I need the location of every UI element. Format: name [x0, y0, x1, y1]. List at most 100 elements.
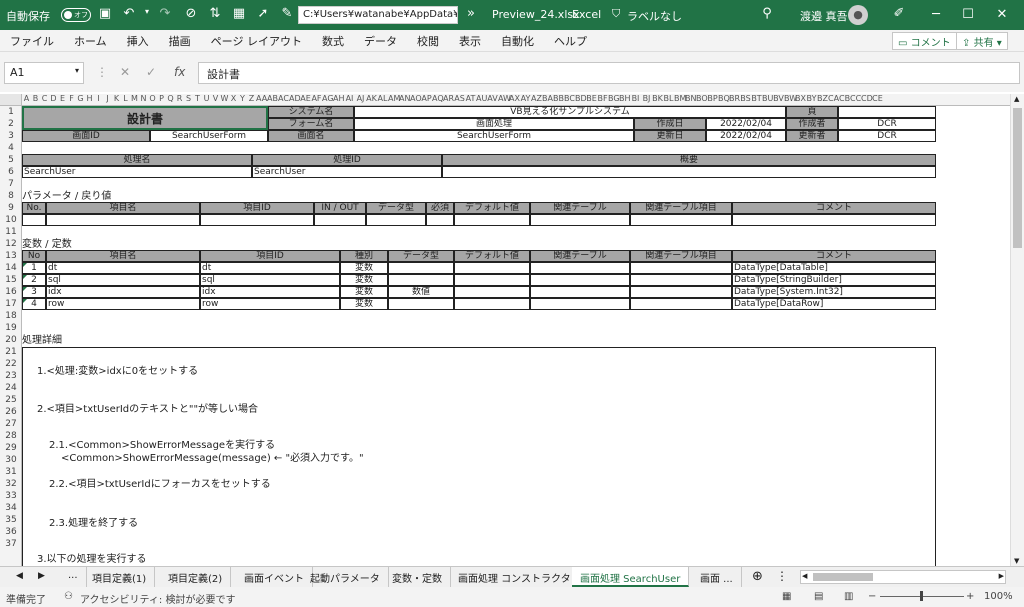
- vars-data-cell[interactable]: [530, 274, 630, 286]
- vars-data-cell[interactable]: [530, 262, 630, 274]
- share-button[interactable]: ⇪ 共有 ▾: [956, 32, 1008, 50]
- process-id-value[interactable]: SearchUser: [252, 166, 442, 178]
- row-header[interactable]: 12: [0, 238, 21, 250]
- column-header[interactable]: AO: [410, 94, 422, 103]
- ribbon-tab[interactable]: データ: [354, 33, 407, 49]
- undo-icon[interactable]: ↶: [120, 6, 138, 21]
- ribbon-tab[interactable]: ヘルプ: [544, 33, 597, 49]
- screen-name-value[interactable]: SearchUserForm: [354, 130, 634, 142]
- zoom-slider-thumb[interactable]: [920, 591, 923, 601]
- scroll-up-icon[interactable]: ▲: [1014, 95, 1019, 103]
- process-id-label[interactable]: 処理ID: [252, 154, 442, 166]
- column-header[interactable]: A: [22, 94, 31, 103]
- vars-data-cell[interactable]: [454, 286, 530, 298]
- vars-header-cell[interactable]: 関連テーブル項目: [630, 250, 732, 262]
- params-data-cell[interactable]: [314, 214, 366, 226]
- params-data-cell[interactable]: [22, 214, 46, 226]
- screen-name-label[interactable]: 画面名: [268, 130, 354, 142]
- column-header[interactable]: AH: [333, 94, 345, 103]
- row-header[interactable]: 20: [0, 334, 21, 346]
- detail-section-title[interactable]: 処理詳細: [22, 335, 62, 347]
- vars-data-cell[interactable]: dt: [200, 262, 340, 274]
- vars-data-cell[interactable]: idx: [200, 286, 340, 298]
- vars-data-cell[interactable]: 変数: [340, 274, 388, 286]
- ribbon-tab[interactable]: 数式: [312, 33, 354, 49]
- vars-data-cell[interactable]: [530, 298, 630, 310]
- column-header[interactable]: L: [121, 94, 130, 103]
- row-header[interactable]: 2: [0, 118, 21, 130]
- tab-options-icon[interactable]: ⋮: [776, 569, 788, 583]
- column-header[interactable]: AM: [388, 94, 400, 103]
- params-data-cell[interactable]: [200, 214, 314, 226]
- prev-sheet-icon[interactable]: ◀: [16, 571, 23, 581]
- vertical-scroll-thumb[interactable]: [1013, 108, 1022, 248]
- column-header[interactable]: BM: [674, 94, 686, 103]
- vars-header-cell[interactable]: デフォルト値: [454, 250, 530, 262]
- column-header[interactable]: CE: [872, 94, 883, 103]
- row-header[interactable]: 23: [0, 370, 21, 382]
- vars-header-cell[interactable]: 種別: [340, 250, 388, 262]
- column-header[interactable]: AK: [366, 94, 377, 103]
- system-name-value[interactable]: VB見える化サンプルシステム: [354, 106, 786, 118]
- column-header[interactable]: BQ: [718, 94, 730, 103]
- avatar[interactable]: ●: [848, 5, 868, 25]
- row-header[interactable]: 14: [0, 262, 21, 274]
- row-header[interactable]: 37: [0, 538, 21, 550]
- ribbon-tab[interactable]: 表示: [449, 33, 491, 49]
- scroll-left-icon[interactable]: ◀: [802, 572, 807, 580]
- close-icon[interactable]: ✕: [980, 0, 1024, 30]
- params-data-cell[interactable]: [530, 214, 630, 226]
- vars-data-cell[interactable]: sql: [46, 274, 200, 286]
- row-header[interactable]: 13: [0, 250, 21, 262]
- column-header[interactable]: AF: [311, 94, 322, 103]
- column-header[interactable]: BC: [564, 94, 575, 103]
- column-header[interactable]: AE: [300, 94, 311, 103]
- row-header[interactable]: 22: [0, 358, 21, 370]
- column-header[interactable]: AT: [465, 94, 476, 103]
- row-header[interactable]: 33: [0, 490, 21, 502]
- row-header[interactable]: 6: [0, 166, 21, 178]
- sheet-tab[interactable]: 変数・定数: [384, 567, 451, 587]
- column-header[interactable]: C: [40, 94, 49, 103]
- vars-header-cell[interactable]: コメント: [732, 250, 936, 262]
- column-header[interactable]: AW: [498, 94, 511, 103]
- vars-header-cell[interactable]: データ型: [388, 250, 454, 262]
- column-header[interactable]: AQ: [432, 94, 444, 103]
- vars-data-cell[interactable]: dt: [46, 262, 200, 274]
- column-header[interactable]: AI: [344, 94, 355, 103]
- page-value[interactable]: [838, 106, 936, 118]
- row-header[interactable]: 24: [0, 382, 21, 394]
- column-header[interactable]: BK: [652, 94, 663, 103]
- row-header[interactable]: 19: [0, 322, 21, 334]
- column-header[interactable]: AR: [443, 94, 454, 103]
- process-summary-label[interactable]: 概要: [442, 154, 936, 166]
- vars-data-cell[interactable]: [454, 298, 530, 310]
- params-data-cell[interactable]: [366, 214, 426, 226]
- params-header-cell[interactable]: 必須: [426, 202, 454, 214]
- vars-data-cell[interactable]: DataType[DataTable]: [732, 262, 936, 274]
- process-name-label[interactable]: 処理名: [22, 154, 252, 166]
- row-header[interactable]: 7: [0, 178, 21, 190]
- params-data-cell[interactable]: [630, 214, 732, 226]
- column-header[interactable]: M: [130, 94, 139, 103]
- vars-data-cell[interactable]: row: [200, 298, 340, 310]
- sheet-tab[interactable]: 項目定義(2): [160, 567, 232, 587]
- enter-icon[interactable]: ✓: [146, 65, 156, 79]
- row-header[interactable]: 10: [0, 214, 21, 226]
- column-header[interactable]: H: [85, 94, 94, 103]
- column-header[interactable]: Q: [166, 94, 175, 103]
- vars-data-cell[interactable]: 数値: [388, 286, 454, 298]
- vars-header-cell[interactable]: 項目ID: [200, 250, 340, 262]
- vars-data-cell[interactable]: [454, 262, 530, 274]
- column-header[interactable]: I: [94, 94, 103, 103]
- row-header[interactable]: 27: [0, 418, 21, 430]
- params-data-cell[interactable]: [46, 214, 200, 226]
- sheet-tab[interactable]: 項目定義(1): [84, 567, 156, 587]
- zoom-level[interactable]: 100%: [984, 591, 1013, 602]
- system-name-label[interactable]: システム名: [268, 106, 354, 118]
- row-header[interactable]: 36: [0, 526, 21, 538]
- column-header[interactable]: BU: [762, 94, 773, 103]
- vars-data-cell[interactable]: DataType[DataRow]: [732, 298, 936, 310]
- scroll-right-icon[interactable]: ▶: [999, 572, 1004, 580]
- more-icon[interactable]: »: [462, 6, 480, 21]
